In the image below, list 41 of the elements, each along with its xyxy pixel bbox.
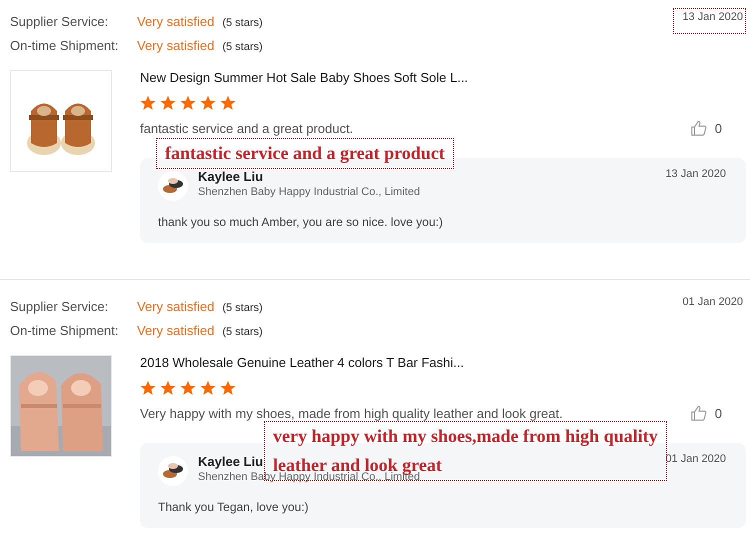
seller-name: Kaylee Liu bbox=[198, 168, 264, 185]
product-title[interactable]: New Design Summer Hot Sale Baby Shoes Soft Sole L... bbox=[140, 70, 746, 86]
product-title[interactable]: 2018 Wholesale Genuine Leather 4 colors T Bar Fashi... bbox=[140, 355, 746, 371]
rating-value: Very satisfied bbox=[137, 298, 214, 316]
star-icon bbox=[180, 380, 196, 396]
review-comment: Very happy with my shoes, made from high quality leather and look great. bbox=[140, 406, 563, 420]
thumbs-up-icon[interactable] bbox=[690, 119, 708, 137]
star-icon bbox=[200, 380, 216, 396]
seller-company: Shenzhen Baby Happy Industrial Co., Limited bbox=[198, 185, 420, 200]
rating-detail: (5 stars) bbox=[222, 326, 263, 338]
star-icon bbox=[200, 95, 216, 111]
rating-value: Very satisfied bbox=[137, 13, 214, 31]
rating-label: On-time Shipment: bbox=[10, 37, 120, 55]
review-comment: fantastic service and a great product. bbox=[140, 120, 354, 136]
seller-name: Kaylee Liu bbox=[198, 453, 264, 470]
review-date: 13 Jan 2020 bbox=[673, 8, 746, 34]
rating-detail: (5 stars) bbox=[222, 17, 263, 29]
reply-text: thank you so much Amber, you are so nice. love you:) bbox=[158, 215, 444, 229]
rating-value: Very satisfied bbox=[137, 322, 214, 340]
rating-detail: (5 stars) bbox=[222, 302, 263, 314]
review-date: 01 Jan 2020 bbox=[681, 295, 744, 310]
star-icon bbox=[160, 95, 176, 111]
avatar bbox=[158, 171, 188, 201]
rating-detail: (5 stars) bbox=[222, 41, 263, 53]
rating-value: Very satisfied bbox=[137, 37, 214, 55]
reply-text: Thank you Tegan, love you:) bbox=[158, 500, 310, 514]
rating-label: Supplier Service: bbox=[10, 13, 110, 31]
star-icon bbox=[140, 380, 156, 396]
rating-label: On-time Shipment: bbox=[10, 322, 120, 340]
star-icon bbox=[220, 380, 236, 396]
star-icon bbox=[160, 380, 176, 396]
rating-label: Supplier Service: bbox=[10, 298, 110, 316]
thumbs-up-icon[interactable] bbox=[690, 404, 708, 422]
star-icon bbox=[140, 95, 156, 111]
like-count: 0 bbox=[714, 406, 722, 420]
annotation-callout: fantastic service and a great product bbox=[156, 138, 454, 169]
like-count: 0 bbox=[714, 120, 722, 136]
star-icon bbox=[180, 95, 196, 111]
avatar bbox=[158, 456, 188, 486]
star-icon bbox=[220, 95, 236, 111]
reply-date: 13 Jan 2020 bbox=[665, 168, 726, 180]
